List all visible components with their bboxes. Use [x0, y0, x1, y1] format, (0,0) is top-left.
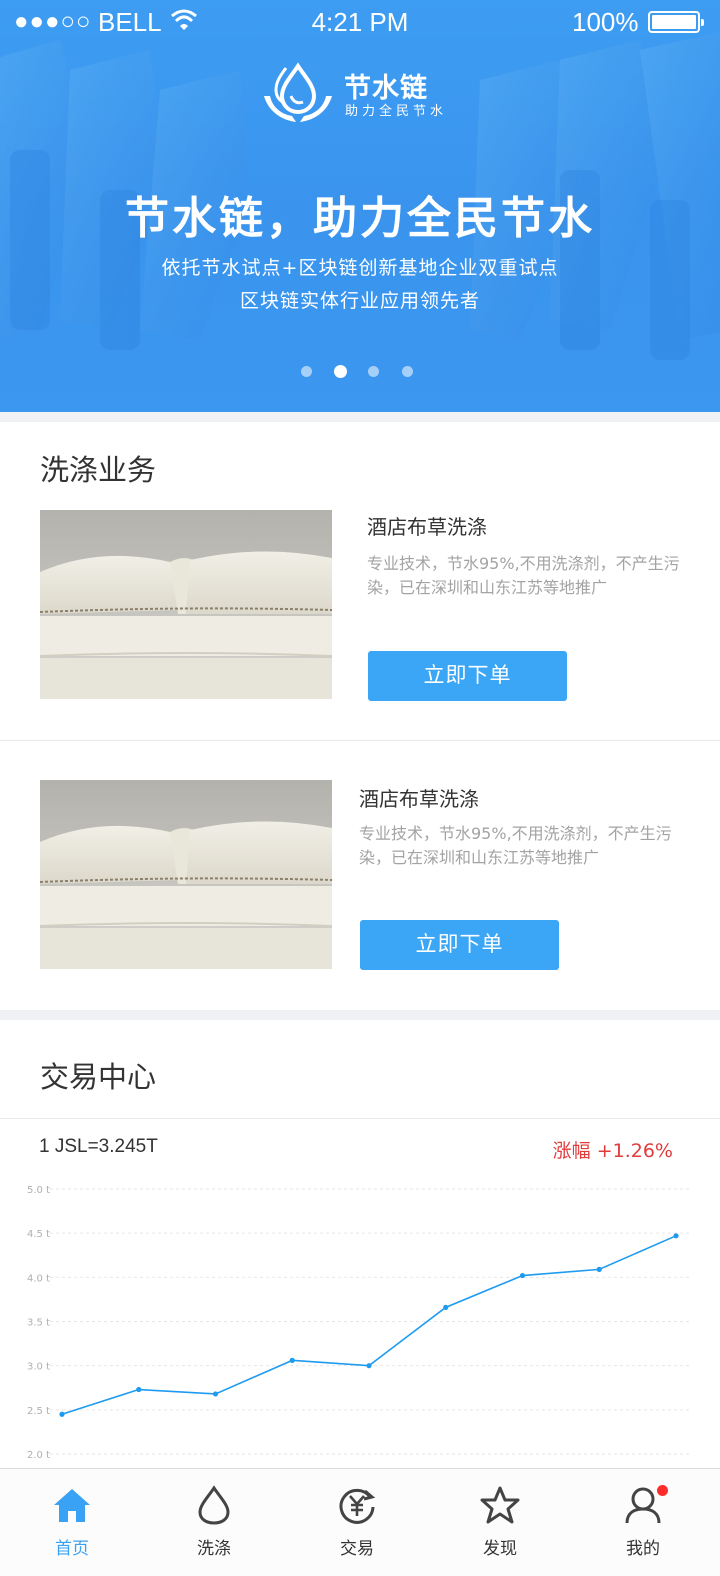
- home-icon: [54, 1489, 90, 1522]
- notification-badge: [657, 1485, 668, 1496]
- water-hands-logo-icon: [264, 62, 332, 122]
- carousel-dot[interactable]: [301, 366, 312, 377]
- pillow-photo: [40, 510, 332, 699]
- bottom-tab-bar: 首页 洗涤 交易 发现 我的: [0, 1468, 720, 1576]
- hero-banner[interactable]: ●●●○○ BELL 4:21 PM 100% 节水链 助力全民节水 节水链，助…: [0, 0, 720, 412]
- washing-section-title: 洗涤业务: [40, 453, 157, 487]
- series-line: [61, 1235, 677, 1416]
- data-point: [212, 1391, 219, 1397]
- section-gap: [0, 412, 720, 422]
- y-tick-label: 2.5 t: [27, 1406, 50, 1417]
- carousel-dot-active[interactable]: [334, 365, 347, 378]
- data-point: [59, 1411, 65, 1417]
- banner-title: 节水链，助力全民节水: [125, 193, 595, 244]
- water-drop-icon: [198, 1485, 230, 1525]
- data-point: [289, 1357, 295, 1363]
- tab-trade[interactable]: 交易: [285, 1469, 429, 1576]
- service-name: 酒店布草洗涤: [359, 787, 479, 811]
- data-point: [673, 1233, 679, 1239]
- tab-home[interactable]: 首页: [0, 1469, 144, 1576]
- status-bar: ●●●○○ BELL 4:21 PM 100%: [0, 0, 720, 46]
- y-tick-label: 5.0 t: [27, 1185, 50, 1196]
- star-icon: [480, 1486, 520, 1524]
- trade-section-title: 交易中心: [40, 1060, 157, 1094]
- data-point: [443, 1304, 449, 1310]
- brand-slogan: 助力全民节水: [345, 104, 448, 119]
- tab-washing[interactable]: 洗涤: [142, 1469, 286, 1576]
- service-name: 酒店布草洗涤: [367, 515, 487, 539]
- tab-label: 我的: [626, 1539, 660, 1559]
- trade-divider: [0, 1118, 720, 1119]
- tab-discover[interactable]: 发现: [428, 1469, 572, 1576]
- exchange-rate: 1 JSL=3.245T: [39, 1136, 158, 1157]
- battery-percent: 100%: [572, 7, 639, 37]
- tab-label: 首页: [55, 1539, 89, 1559]
- y-tick-label: 4.5 t: [27, 1229, 50, 1240]
- y-tick-label: 3.5 t: [27, 1318, 50, 1329]
- tab-label: 交易: [340, 1539, 374, 1559]
- carousel-dot[interactable]: [402, 366, 413, 377]
- brand-logo: 节水链 助力全民节水: [262, 60, 462, 128]
- banner-subtitle-line2: 区块链实体行业应用领先者: [239, 290, 480, 312]
- data-point: [596, 1266, 602, 1272]
- service-description: 专业技术，节水95%,不用洗涤剂，不产生污染，已在深圳和山东江苏等地推广: [359, 824, 672, 867]
- battery-icon: [648, 11, 704, 33]
- card-divider: [0, 740, 720, 741]
- order-now-button[interactable]: 立即下单: [368, 651, 567, 701]
- service-card[interactable]: 酒店布草洗涤 专业技术，节水95%,不用洗涤剂，不产生污染，已在深圳和山东江苏等…: [0, 780, 720, 1010]
- carousel-dot[interactable]: [368, 366, 379, 377]
- banner-subtitle-line1: 依托节水试点+区块链创新基地企业双重试点: [161, 257, 559, 279]
- order-now-button[interactable]: 立即下单: [360, 920, 559, 970]
- price-change: 涨幅 +1.26%: [552, 1140, 673, 1162]
- data-point: [366, 1363, 372, 1369]
- y-tick-label: 4.0 t: [27, 1273, 50, 1284]
- service-description: 专业技术，节水95%,不用洗涤剂，不产生污染，已在深圳和山东江苏等地推广: [367, 554, 680, 597]
- y-tick-label: 2.0 t: [27, 1450, 50, 1461]
- yuan-exchange-icon: [339, 1488, 376, 1524]
- tab-label: 洗涤: [197, 1539, 231, 1559]
- tab-mine[interactable]: 我的: [571, 1469, 715, 1576]
- tab-label: 发现: [483, 1539, 517, 1559]
- price-line-chart: 5.0 t 4.5 t 4.0 t 3.5 t 3.0 t 2.5 t 2.0 t: [27, 1185, 690, 1461]
- service-card[interactable]: 酒店布草洗涤 专业技术，节水95%,不用洗涤剂，不产生污染，已在深圳和山东江苏等…: [0, 510, 720, 740]
- data-point: [136, 1386, 142, 1393]
- section-gap: [0, 1010, 720, 1020]
- y-tick-label: 3.0 t: [27, 1362, 50, 1373]
- pillow-photo: [40, 780, 332, 969]
- data-point: [519, 1272, 526, 1279]
